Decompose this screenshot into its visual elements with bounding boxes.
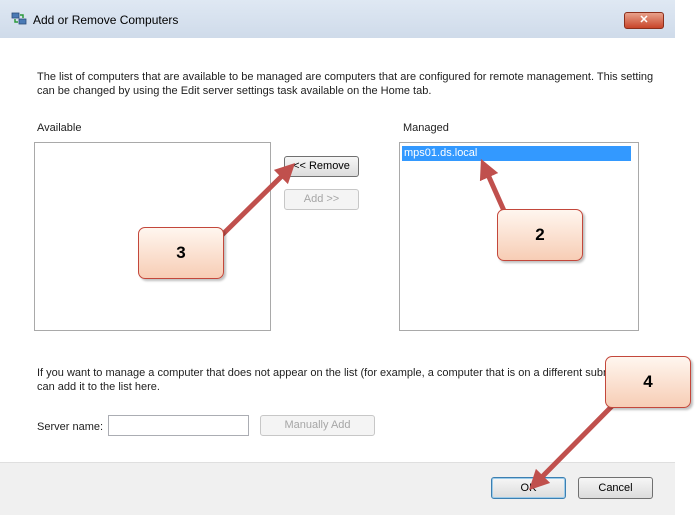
window-title: Add or Remove Computers <box>33 13 179 27</box>
intro-text: The list of computers that are available… <box>37 71 654 97</box>
callout-step-2: 2 <box>497 209 583 261</box>
server-name-input[interactable] <box>108 415 249 436</box>
add-button[interactable]: Add >> <box>284 189 359 210</box>
callout-step-3: 3 <box>138 227 224 279</box>
callout-step-4: 4 <box>605 356 691 408</box>
manually-add-button[interactable]: Manually Add <box>260 415 375 436</box>
managed-label: Managed <box>403 122 449 134</box>
dialog-footer: OK Cancel <box>0 462 675 515</box>
remove-button[interactable]: << Remove <box>284 156 359 177</box>
ok-button[interactable]: OK <box>491 477 566 499</box>
available-label: Available <box>37 122 82 134</box>
computers-icon <box>11 12 27 25</box>
close-button[interactable]: ✕ <box>624 12 664 29</box>
manual-add-text: If you want to manage a computer that do… <box>37 367 646 393</box>
dialog-body: The list of computers that are available… <box>0 38 675 515</box>
managed-item-mps01[interactable]: mps01.ds.local <box>402 146 631 161</box>
cancel-button[interactable]: Cancel <box>578 477 653 499</box>
title-bar[interactable]: Add or Remove Computers ✕ <box>0 0 675 39</box>
server-name-label: Server name: <box>37 421 104 433</box>
